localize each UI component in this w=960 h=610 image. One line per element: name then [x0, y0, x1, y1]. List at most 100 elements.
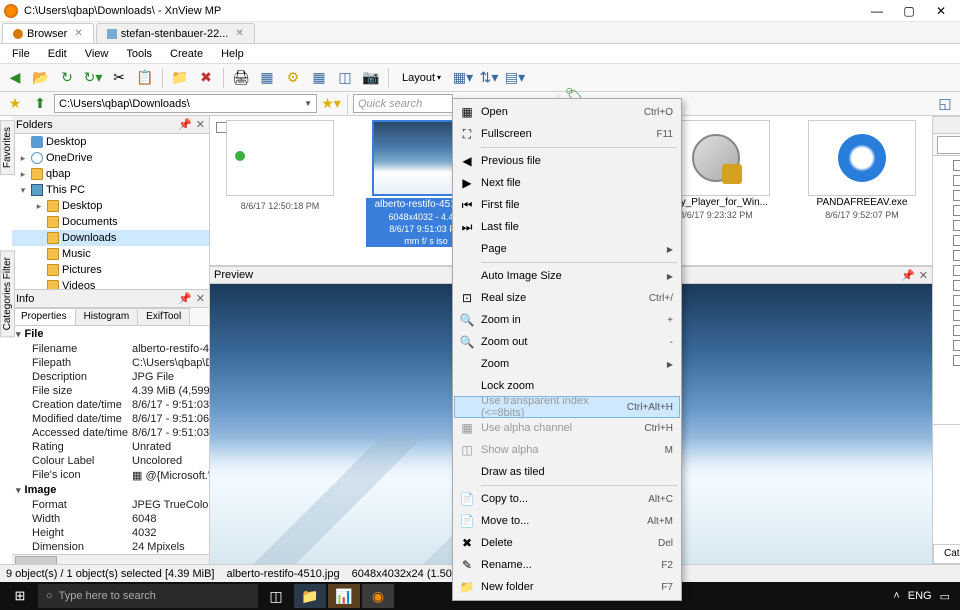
tree-row[interactable]: Downloads [12, 230, 209, 246]
category-checkbox[interactable] [953, 340, 960, 351]
layout-button[interactable]: Layout ▾ [395, 67, 448, 89]
close-button[interactable]: ✕ [926, 2, 956, 20]
property-group-header[interactable]: ▾Image [12, 482, 209, 498]
sort-button[interactable]: ⇅▾ [478, 67, 500, 89]
category-checkbox[interactable] [953, 160, 960, 171]
tree-row[interactable]: ▸Desktop [12, 198, 209, 214]
category-checkbox[interactable] [953, 280, 960, 291]
menu-item-last-file[interactable]: ⏭Last file [455, 216, 679, 238]
info-tab-histogram[interactable]: Histogram [75, 308, 139, 325]
open-button[interactable]: 📂 [30, 67, 52, 89]
category-row[interactable]: ures [933, 338, 960, 353]
batch-button[interactable]: ▦ [308, 67, 330, 89]
category-checkbox[interactable] [953, 310, 960, 321]
favorite-star-button[interactable]: ★▾ [320, 93, 342, 115]
tree-row[interactable]: Desktop [12, 134, 209, 150]
category-checkbox[interactable] [953, 190, 960, 201]
tree-twist-icon[interactable]: ▸ [18, 153, 28, 164]
tab-close-icon[interactable]: ✕ [235, 28, 243, 39]
back-button[interactable]: ◀ [4, 67, 26, 89]
taskbar-app-2[interactable]: 📊 [328, 584, 360, 608]
tray-language[interactable]: ENG [908, 590, 932, 602]
panel-close-icon[interactable]: ✕ [196, 118, 205, 131]
menu-item-zoom-in[interactable]: 🔍Zoom in+ [455, 309, 679, 331]
delete-button[interactable]: ✖ [195, 67, 217, 89]
fullscreen-toggle-button[interactable]: ◱ [934, 93, 956, 115]
menu-item-real-size[interactable]: ⊡Real sizeCtrl+/ [455, 287, 679, 309]
start-button[interactable]: ⊞ [4, 584, 36, 608]
menu-item-delete[interactable]: ✖DeleteDel [455, 532, 679, 554]
menu-item-lock-zoom[interactable]: Lock zoom [455, 375, 679, 397]
categories-list[interactable]: osingseographsAnimalsamilylowersriendsan… [933, 156, 960, 424]
menu-item-rename-[interactable]: ✎Rename...F2 [455, 554, 679, 576]
menu-item-first-file[interactable]: ⏮First file [455, 194, 679, 216]
menu-file[interactable]: File [4, 46, 38, 62]
panel-close-icon[interactable]: ✕ [919, 269, 928, 282]
tray-chevron-icon[interactable]: ˄ [893, 590, 899, 602]
menu-item-previous-file[interactable]: ◀Previous file [455, 150, 679, 172]
slideshow-button[interactable]: ▦ [256, 67, 278, 89]
category-checkbox[interactable] [953, 325, 960, 336]
compare-button[interactable]: ◫ [334, 67, 356, 89]
menu-item-zoom[interactable]: Zoom▶ [455, 353, 679, 375]
refresh-dropdown[interactable]: ↻▾ [82, 67, 104, 89]
category-checkbox[interactable] [953, 355, 960, 366]
menu-item-copy-to-[interactable]: 📄Copy to...Alt+C [455, 488, 679, 510]
taskbar-app-xnview[interactable]: ◉ [362, 584, 394, 608]
folder-up-button[interactable]: 📁 [169, 67, 191, 89]
sidetab-favorites[interactable]: Favorites [0, 120, 15, 175]
sidetab-categories-filter[interactable]: Categories Filter [0, 250, 15, 337]
panel-pin-icon[interactable]: 📌 [901, 269, 915, 282]
category-row[interactable]: os [933, 353, 960, 368]
tab-image[interactable]: stefan-stenbauer-22... ✕ [96, 23, 255, 43]
menu-create[interactable]: Create [162, 46, 211, 62]
tab-close-icon[interactable]: ✕ [74, 28, 82, 39]
category-checkbox[interactable] [953, 250, 960, 261]
tree-row[interactable]: Music [12, 246, 209, 262]
menu-item-new-folder[interactable]: 📁New folderF7 [455, 576, 679, 598]
taskbar-search[interactable]: ○ Type here to search [38, 584, 258, 608]
category-checkbox[interactable] [953, 235, 960, 246]
category-search-input[interactable] [937, 136, 960, 154]
filter-button[interactable]: ▤▾ [504, 67, 526, 89]
properties-grid[interactable]: ▾FileFilenamealberto-restifo-4510.jpgFil… [12, 326, 209, 554]
tree-twist-icon[interactable]: ▸ [34, 201, 44, 212]
panel-pin-icon[interactable]: 📌 [178, 292, 192, 305]
category-row[interactable]: riends [933, 263, 960, 278]
tray-notifications-icon[interactable]: ▭ [940, 590, 950, 603]
path-dropdown-icon[interactable]: ▼ [304, 99, 312, 108]
menu-edit[interactable]: Edit [40, 46, 75, 62]
menu-item-open[interactable]: ▦OpenCtrl+O [455, 101, 679, 123]
category-checkbox[interactable] [953, 205, 960, 216]
thumbnail-item[interactable]: PANDAFREEAV.exe8/6/17 9:52:07 PM [802, 120, 922, 261]
tree-row[interactable]: ▾This PC [12, 182, 209, 198]
tab-browser[interactable]: Browser ✕ [2, 23, 94, 43]
category-row[interactable]: andscapes [933, 278, 960, 293]
cut-button[interactable]: ✂ [108, 67, 130, 89]
refresh-button[interactable]: ↻ [56, 67, 78, 89]
category-row[interactable]: e [933, 188, 960, 203]
category-checkbox[interactable] [953, 220, 960, 231]
tree-row[interactable]: Videos [12, 278, 209, 290]
panel-pin-icon[interactable]: 📌 [178, 118, 192, 131]
print-button[interactable]: 🖨 [230, 67, 252, 89]
thumbnail-item[interactable]: 8/6/17 12:50:18 PM [220, 120, 340, 261]
acquire-button[interactable]: 📷 [360, 67, 382, 89]
menu-item-page[interactable]: Page▶ [455, 238, 679, 260]
category-row[interactable]: os [933, 158, 960, 173]
category-row[interactable]: amily [933, 233, 960, 248]
maximize-button[interactable]: ▢ [894, 2, 924, 20]
info-tab-exiftool[interactable]: ExifTool [137, 308, 190, 325]
nav-star-button[interactable]: ★ [4, 93, 26, 115]
taskbar-app-1[interactable]: 📁 [294, 584, 326, 608]
category-row[interactable]: ings [933, 173, 960, 188]
info-tab-properties[interactable]: Properties [12, 308, 76, 325]
category-row[interactable]: Animals [933, 218, 960, 233]
quick-search-input[interactable]: Quick search [353, 94, 453, 113]
menu-item-auto-image-size[interactable]: Auto Image Size▶ [455, 265, 679, 287]
path-input[interactable]: C:\Users\qbap\Downloads\ ▼ [54, 94, 317, 113]
menu-item-fullscreen[interactable]: ⛶FullscreenF11 [455, 123, 679, 145]
property-group-header[interactable]: ▾File [12, 326, 209, 342]
category-row[interactable]: ets [933, 293, 960, 308]
categories-tab[interactable]: Categories [933, 544, 960, 564]
